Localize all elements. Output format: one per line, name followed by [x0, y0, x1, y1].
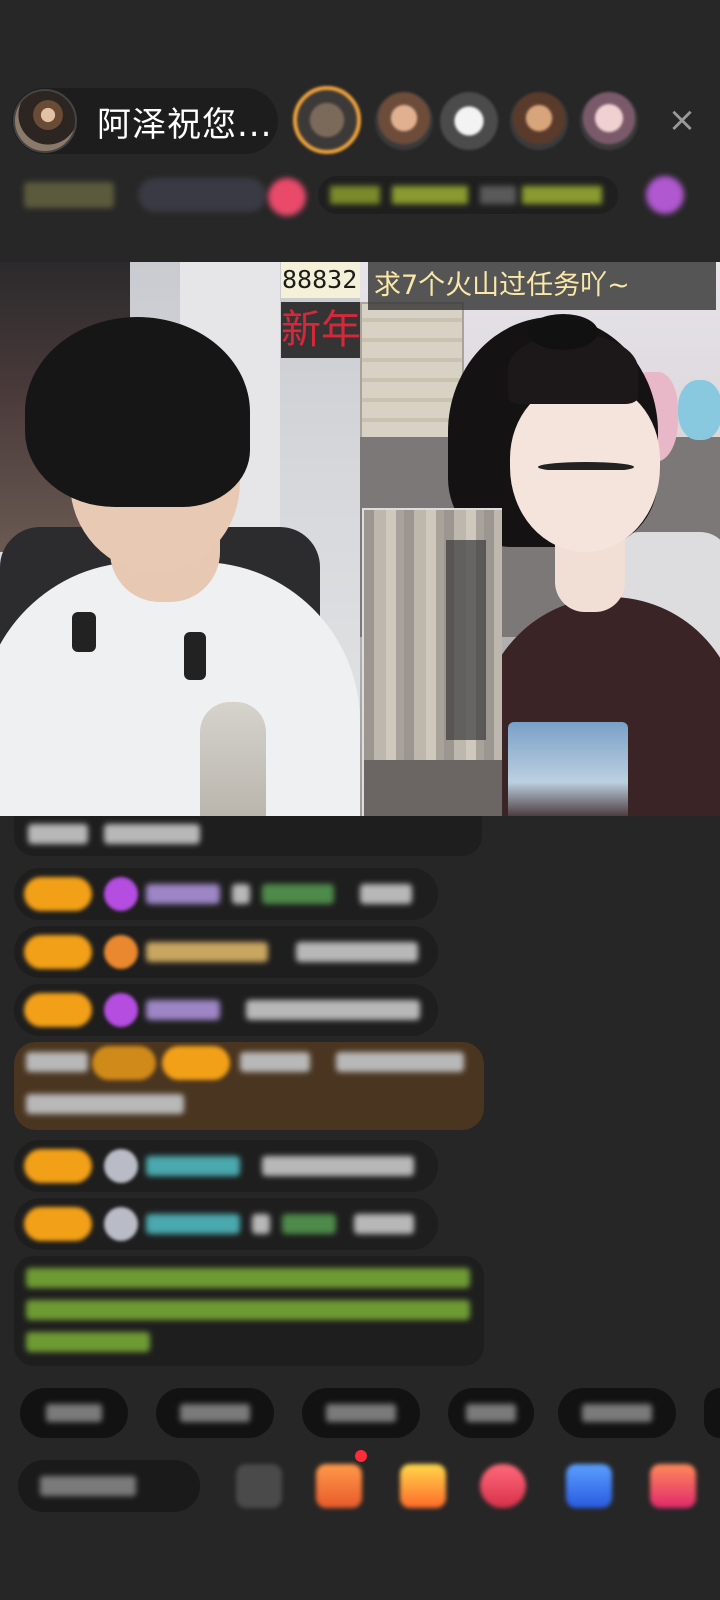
pip-floor — [364, 760, 502, 816]
host-hair — [25, 317, 250, 507]
rank-chip[interactable] — [138, 178, 266, 212]
task-label-3 — [480, 186, 516, 204]
gift-icon[interactable] — [646, 176, 684, 214]
top-viewer-avatar-1[interactable] — [293, 86, 361, 154]
chat-username[interactable] — [146, 1156, 240, 1176]
pip-shadow — [446, 540, 486, 740]
fan-level-badge — [24, 1149, 92, 1183]
pk-score: 88832 — [281, 262, 360, 298]
notice-text — [26, 1268, 470, 1288]
chat-text — [26, 1052, 88, 1072]
chat-mention[interactable] — [282, 1214, 336, 1234]
user-avatar-icon — [104, 1149, 138, 1183]
chat-text — [296, 942, 418, 962]
chat-text — [246, 1000, 420, 1020]
shop-bag-icon[interactable] — [316, 1464, 362, 1508]
guest-eyes — [538, 462, 634, 472]
fan-level-badge — [24, 993, 92, 1027]
shirt-print — [508, 722, 628, 816]
task-label-1 — [330, 186, 380, 204]
top-viewer-avatar-5[interactable] — [580, 92, 638, 150]
guest-hair-bow — [528, 314, 598, 350]
close-icon[interactable]: × — [664, 102, 700, 138]
fan-level-badge — [24, 877, 92, 911]
chat-list[interactable] — [0, 816, 720, 1376]
chat-text — [28, 824, 88, 844]
chat-text — [26, 1094, 184, 1114]
task-label-4 — [522, 186, 602, 204]
pip-camera[interactable] — [362, 508, 502, 816]
top-viewer-avatar-3[interactable] — [440, 92, 498, 150]
diamond-icon — [104, 877, 138, 911]
share-icon[interactable] — [566, 1464, 612, 1508]
fan-level-badge — [24, 935, 92, 969]
quick-reply-6[interactable] — [704, 1388, 720, 1438]
top-viewer-avatar-2[interactable] — [375, 92, 433, 150]
notice-text — [26, 1300, 470, 1320]
interaction-icon[interactable] — [480, 1464, 526, 1508]
top-viewer-avatar-4[interactable] — [510, 92, 568, 150]
chat-username[interactable] — [146, 884, 220, 904]
lucky-bag-icon[interactable] — [400, 1464, 446, 1508]
host-camera-left[interactable]: 88832 新年 — [0, 262, 360, 816]
diamond-icon — [104, 993, 138, 1027]
chat-text — [336, 1052, 464, 1072]
host-name: 阿泽祝您... — [97, 104, 273, 145]
chat-text — [232, 884, 250, 904]
chat-username[interactable] — [146, 1214, 240, 1234]
quick-reply-5-label — [582, 1404, 652, 1422]
popularity-badge[interactable] — [24, 182, 114, 208]
chat-username[interactable] — [146, 1000, 220, 1020]
quick-reply-2-label — [180, 1404, 250, 1422]
emoji-icon[interactable] — [236, 1464, 282, 1508]
notice-text — [26, 1332, 150, 1352]
level-badge — [92, 1046, 156, 1080]
host-avatar[interactable] — [13, 89, 77, 153]
live-header: 阿泽祝您... × — [0, 0, 720, 260]
host-info-pill[interactable]: 阿泽祝您... — [12, 88, 278, 154]
fan-level-badge — [24, 1207, 92, 1241]
plush-toy-blue — [678, 380, 720, 440]
chat-mention[interactable] — [262, 884, 334, 904]
chat-text — [104, 824, 200, 844]
chat-text — [262, 1156, 414, 1176]
chat-username[interactable] — [240, 1052, 310, 1072]
gift-box-icon[interactable] — [650, 1464, 696, 1508]
quick-reply-3-label — [326, 1404, 396, 1422]
task-label-2 — [392, 186, 468, 204]
chat-input-placeholder — [40, 1476, 136, 1496]
video-area[interactable]: 88832 新年 — [0, 262, 720, 816]
task-request-banner: 求7个火山过任务吖~ — [368, 262, 716, 310]
chat-text — [354, 1214, 414, 1234]
medal-icon — [104, 935, 138, 969]
chat-username[interactable] — [146, 942, 268, 962]
studio-microphone — [200, 702, 266, 816]
event-icon[interactable] — [268, 178, 306, 216]
chat-text — [252, 1214, 270, 1234]
lav-mic-right — [184, 632, 206, 680]
new-year-tag: 新年 — [281, 302, 360, 358]
fan-level-badge — [162, 1046, 230, 1080]
lav-mic-left — [72, 612, 96, 652]
quick-reply-4-label — [466, 1404, 516, 1422]
chat-text — [360, 884, 412, 904]
notification-dot — [355, 1450, 367, 1462]
user-avatar-icon — [104, 1207, 138, 1241]
quick-reply-1-label — [46, 1404, 102, 1422]
